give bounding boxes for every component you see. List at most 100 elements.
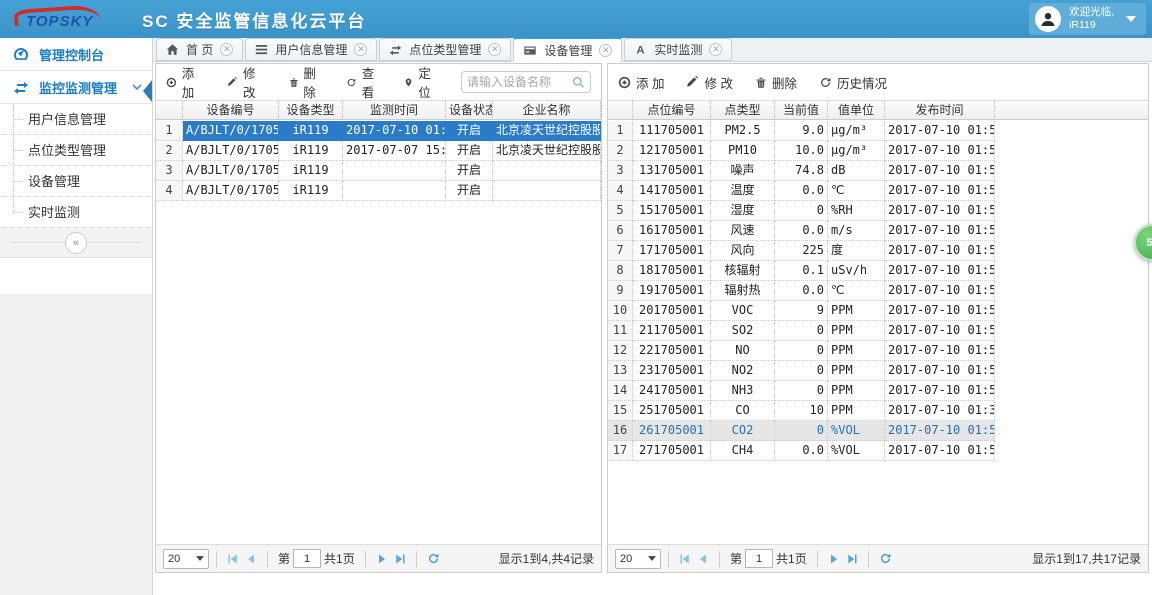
column-header[interactable]: 发布时间 — [885, 101, 995, 120]
close-icon[interactable]: ✕ — [709, 43, 723, 56]
cell: 241705001 — [633, 381, 711, 401]
table-row[interactable]: 4A/BJLT/0/1705004iR119 开启 — [156, 181, 601, 201]
tab-label: 设备管理 — [544, 43, 593, 58]
page-size-select[interactable]: 20 — [615, 548, 661, 569]
first-page-button[interactable] — [679, 553, 691, 565]
close-icon[interactable]: ✕ — [354, 43, 368, 56]
column-header[interactable]: 企业名称 — [493, 101, 601, 120]
column-header[interactable]: 设备编号 — [183, 101, 279, 120]
column-header[interactable]: 设备状态 — [446, 101, 493, 120]
page-size-select[interactable]: 20 — [163, 548, 209, 569]
tab-label: 首 页 — [186, 43, 214, 57]
device-toolbar: 添 加 修 改 删除 查看 定位 — [156, 64, 601, 101]
edit-button[interactable]: 修 改 — [227, 63, 266, 101]
prev-page-button[interactable] — [697, 553, 709, 565]
sidebar-item-point-type[interactable]: 点位类型管理 — [0, 135, 152, 166]
delete-button[interactable]: 删除 — [289, 63, 324, 101]
row-index-cell: 3 — [156, 161, 183, 181]
table-row[interactable]: 12221705001NO0PPM2017-07-10 01:53:21 — [608, 341, 1148, 361]
edit-button[interactable]: 修 改 — [686, 73, 733, 92]
table-row[interactable]: 3131705001噪声74.8dB2017-07-10 01:53:22 — [608, 161, 1148, 181]
table-row[interactable]: 16261705001CO20%VOL2017-07-10 01:53:22 — [608, 421, 1148, 441]
column-header[interactable]: 值单位 — [828, 101, 885, 120]
tab-user-info[interactable]: 用户信息管理 ✕ — [245, 38, 378, 61]
cell: 111705001 — [633, 121, 711, 141]
close-icon[interactable]: ✕ — [599, 43, 613, 57]
sidebar-item-user-info[interactable]: 用户信息管理 — [0, 104, 152, 135]
tab-point-type[interactable]: 点位类型管理 ✕ — [379, 38, 512, 61]
table-row[interactable]: 1A/BJLT/0/1705001iR1192017-07-10 01:53:2… — [156, 121, 601, 141]
close-icon[interactable]: ✕ — [488, 43, 502, 56]
table-row[interactable]: 2121705001PM1010.0μg/m³2017-07-10 01:53:… — [608, 141, 1148, 161]
refresh-page-button[interactable] — [427, 552, 440, 565]
table-row[interactable]: 1111705001PM2.59.0μg/m³2017-07-10 01:53:… — [608, 121, 1148, 141]
table-row[interactable]: 2A/BJLT/0/1705002iR1192017-07-07 15:03:0… — [156, 141, 601, 161]
cell: 度 — [828, 241, 885, 261]
table-row[interactable]: 13231705001NO20PPM2017-07-10 01:53:22 — [608, 361, 1148, 381]
sidebar-item-device-mgmt[interactable]: 设备管理 — [0, 166, 152, 197]
refresh-page-button[interactable] — [879, 552, 892, 565]
table-row[interactable]: 3A/BJLT/0/1705003iR119 开启 — [156, 161, 601, 181]
locate-button[interactable]: 定位 — [404, 63, 439, 101]
table-row[interactable]: 17271705001CH40.0%VOL2017-07-10 01:53:21 — [608, 441, 1148, 461]
table-row[interactable]: 5151705001湿度0%RH2017-07-10 01:53:22 — [608, 201, 1148, 221]
cell — [343, 181, 446, 201]
view-button[interactable]: 查看 — [346, 63, 382, 101]
close-icon[interactable]: ✕ — [220, 43, 234, 56]
table-row[interactable]: 11211705001SO20PPM2017-07-10 01:53:22 — [608, 321, 1148, 341]
page-number-input[interactable] — [293, 549, 322, 568]
table-row[interactable]: 14241705001NH30PPM2017-07-10 01:53:21 — [608, 381, 1148, 401]
next-page-button[interactable] — [828, 553, 840, 565]
table-row[interactable]: 9191705001辐射热0.0℃2017-07-10 01:53:21 — [608, 281, 1148, 301]
panel-collapse-arrow-icon[interactable] — [143, 80, 152, 102]
cell: iR119 — [279, 161, 343, 181]
table-row[interactable]: 4141705001温度0.0℃2017-07-10 01:53:22 — [608, 181, 1148, 201]
add-button[interactable]: 添 加 — [618, 73, 664, 92]
table-row[interactable]: 10201705001VOC9PPM2017-07-10 01:53:22 — [608, 301, 1148, 321]
tab-device-mgmt[interactable]: 设备管理 ✕ — [513, 37, 623, 62]
last-page-button[interactable] — [846, 553, 858, 565]
logo-text: TOPSKY — [26, 13, 94, 30]
add-button[interactable]: 添 加 — [166, 63, 205, 101]
cell: 211705001 — [633, 321, 711, 341]
user-menu[interactable]: 欢迎光临, iR119 — [1029, 3, 1146, 35]
delete-button[interactable]: 删除 — [755, 73, 797, 92]
column-header[interactable]: 监测时间 — [343, 101, 446, 120]
row-index-cell: 4 — [608, 181, 633, 201]
first-page-button[interactable] — [227, 553, 239, 565]
table-row[interactable]: 7171705001风向225度2017-07-10 01:53:21 — [608, 241, 1148, 261]
cell: 2017-07-10 01:53:22 — [885, 121, 995, 141]
cell: %VOL — [828, 421, 885, 441]
cell: 核辐射 — [711, 261, 775, 281]
page-number-input[interactable] — [745, 549, 774, 568]
bottom-filler — [153, 573, 1152, 595]
search-input[interactable] — [467, 75, 572, 89]
column-header[interactable]: 点类型 — [711, 101, 775, 120]
tab-label: 点位类型管理 — [409, 43, 482, 57]
dashboard-icon — [14, 48, 28, 60]
cell: PPM — [828, 401, 885, 421]
sidebar-item-realtime[interactable]: 实时监测 — [0, 197, 152, 228]
collapse-sidebar-button[interactable]: « — [65, 232, 87, 254]
search-icon[interactable] — [572, 76, 585, 89]
history-button[interactable]: 历史情况 — [819, 73, 887, 92]
sidebar-section-monitoring[interactable]: 监控监测管理 — [0, 71, 152, 104]
row-index-cell: 1 — [156, 121, 183, 141]
sidebar-item-label: 管理控制台 — [39, 47, 105, 63]
column-header[interactable]: 当前值 — [775, 101, 828, 120]
menu-icon — [256, 45, 268, 55]
last-page-button[interactable] — [394, 553, 406, 565]
column-header[interactable]: 设备类型 — [279, 101, 343, 120]
cell: 辐射热 — [711, 281, 775, 301]
tab-home[interactable]: 首 页 ✕ — [156, 38, 244, 61]
table-row[interactable]: 15251705001CO10PPM2017-07-10 01:37:01 — [608, 401, 1148, 421]
next-page-button[interactable] — [376, 553, 388, 565]
table-row[interactable]: 8181705001核辐射0.1uSv/h2017-07-10 01:53:21 — [608, 261, 1148, 281]
tab-realtime[interactable]: A 实时监测 ✕ — [624, 38, 733, 61]
device-pagination: 20 第 共1页 显示1到4,共4记录 — [156, 544, 601, 572]
sidebar-item-console[interactable]: 管理控制台 — [0, 38, 152, 71]
column-header[interactable]: 点位编号 — [633, 101, 711, 120]
avatar — [1035, 6, 1062, 32]
table-row[interactable]: 6161705001风速0.0m/s2017-07-10 01:53:21 — [608, 221, 1148, 241]
prev-page-button[interactable] — [245, 553, 257, 565]
